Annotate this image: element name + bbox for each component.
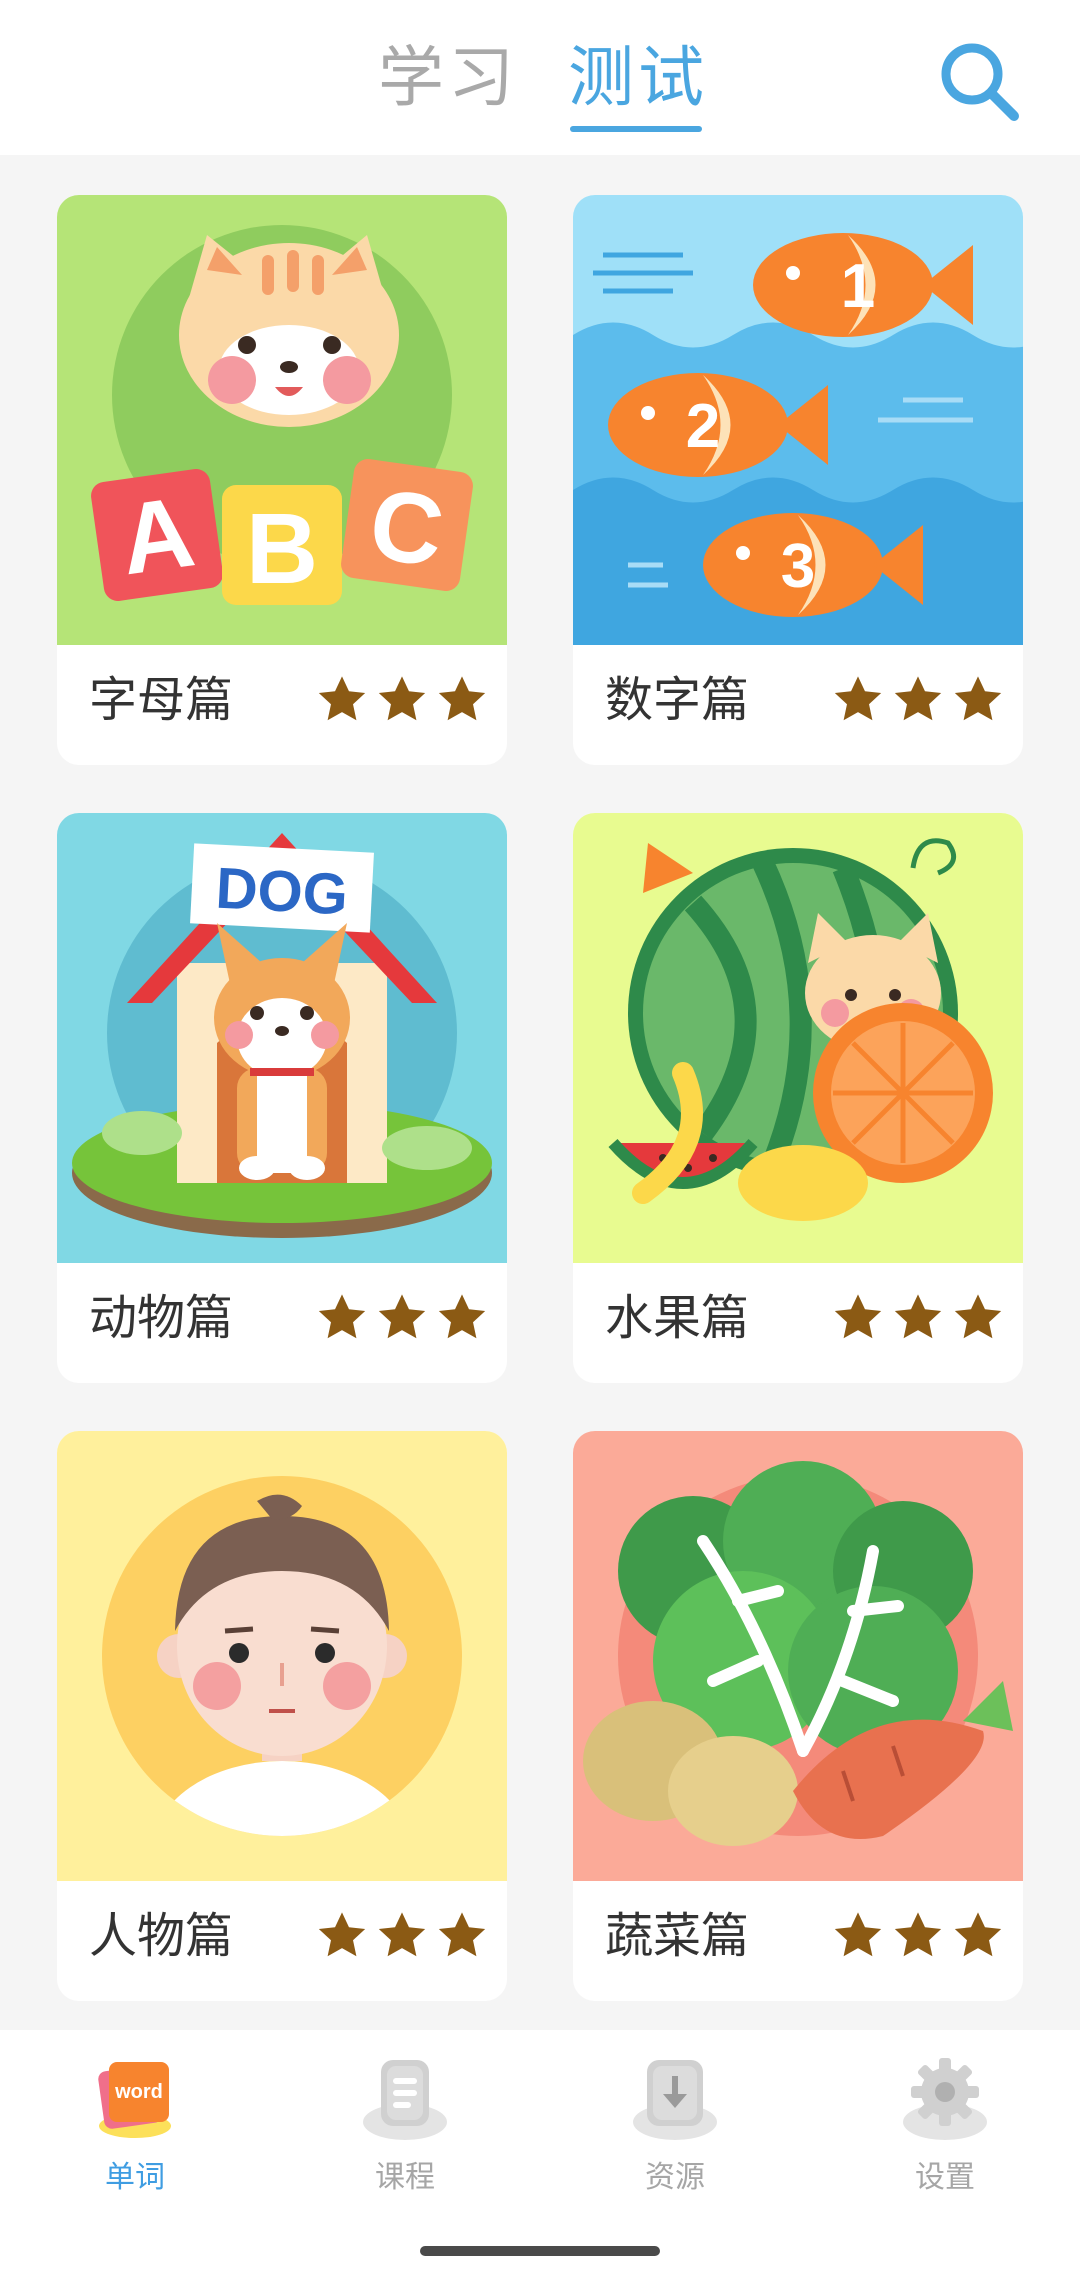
fish-1-text: 1 — [841, 252, 875, 321]
fish-3-text: 3 — [781, 532, 815, 601]
block-a-text: A — [114, 476, 201, 597]
fruits-illustration — [573, 813, 1023, 1263]
vegetables-illustration — [573, 1431, 1023, 1881]
dog-sign-text: DOG — [214, 856, 349, 928]
app-screen: 学习 测试 A B C 字母篇 1 2 3 数字篇 DOG 动物篇 水果篇 人物… — [0, 0, 1080, 2287]
star-rating — [831, 1291, 1005, 1345]
tab-test[interactable]: 测试 — [568, 38, 708, 118]
nav-item-courses[interactable]: 课程 — [335, 2050, 475, 2196]
card-label: 字母篇 — [89, 672, 234, 728]
card-vegetables[interactable]: 蔬菜篇 — [573, 1431, 1023, 2001]
gear-icon — [903, 2058, 987, 2140]
search-button[interactable] — [934, 36, 1024, 126]
block-c-text: C — [363, 467, 450, 588]
star-icon — [894, 1294, 942, 1339]
course-icon — [363, 2060, 447, 2140]
star-icon — [894, 676, 942, 721]
star-icon — [834, 1294, 882, 1339]
card-label: 蔬菜篇 — [605, 1908, 750, 1964]
word-icon: word — [98, 2062, 171, 2138]
star-icon — [894, 1912, 942, 1957]
people-illustration — [57, 1431, 507, 1881]
card-label: 数字篇 — [605, 672, 750, 728]
card-animals[interactable]: DOG 动物篇 — [57, 813, 507, 1383]
card-numbers[interactable]: 1 2 3 数字篇 — [573, 195, 1023, 765]
star-rating — [315, 1291, 489, 1345]
active-tab-indicator — [570, 126, 702, 132]
star-icon — [954, 1294, 1002, 1339]
nav-label: 设置 — [915, 2160, 975, 2195]
star-icon — [954, 1912, 1002, 1957]
star-icon — [318, 1294, 366, 1339]
star-icon — [438, 1294, 486, 1339]
star-icon — [438, 676, 486, 721]
star-icon — [378, 676, 426, 721]
star-icon — [378, 1294, 426, 1339]
card-letters[interactable]: A B C 字母篇 — [57, 195, 507, 765]
numbers-illustration: 1 2 3 — [573, 195, 1023, 645]
nav-label: 资源 — [645, 2160, 705, 2195]
card-fruits[interactable]: 水果篇 — [573, 813, 1023, 1383]
nav-item-settings[interactable]: 设置 — [875, 2050, 1015, 2196]
nav-label: 单词 — [105, 2160, 165, 2195]
tab-learn[interactable]: 学习 — [378, 38, 518, 118]
nav-item-words[interactable]: word 单词 — [65, 2050, 205, 2196]
card-label: 人物篇 — [89, 1908, 234, 1964]
star-icon — [318, 676, 366, 721]
letters-illustration: A B C — [57, 195, 507, 645]
download-icon — [633, 2060, 717, 2140]
top-header: 学习 测试 — [0, 0, 1080, 155]
nav-label: 课程 — [375, 2160, 435, 2195]
card-people[interactable]: 人物篇 — [57, 1431, 507, 2001]
star-icon — [834, 1912, 882, 1957]
nav-item-resources[interactable]: 资源 — [605, 2050, 745, 2196]
block-b-text: B — [246, 493, 318, 605]
star-rating — [315, 1909, 489, 1963]
search-icon — [941, 43, 1019, 121]
card-label: 动物篇 — [89, 1290, 234, 1346]
star-icon — [318, 1912, 366, 1957]
word-icon-text: word — [114, 2081, 163, 2103]
star-icon — [954, 676, 1002, 721]
star-rating — [831, 1909, 1005, 1963]
card-label: 水果篇 — [605, 1290, 750, 1346]
home-indicator[interactable] — [420, 2246, 660, 2256]
star-icon — [834, 676, 882, 721]
animals-illustration: DOG — [57, 813, 507, 1263]
star-rating — [831, 673, 1005, 727]
star-icon — [438, 1912, 486, 1957]
star-icon — [378, 1912, 426, 1957]
fish-2-text: 2 — [686, 392, 720, 461]
star-rating — [315, 673, 489, 727]
